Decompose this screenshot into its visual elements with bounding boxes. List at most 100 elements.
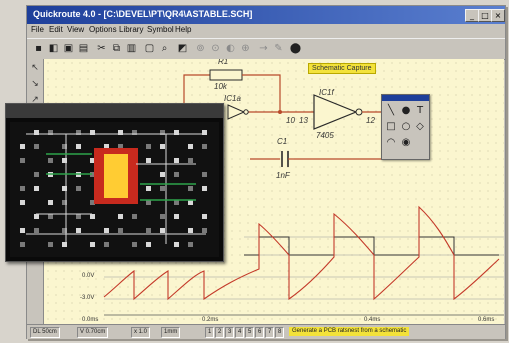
redo-icon[interactable]: ⊚ — [194, 42, 207, 55]
line-tool-icon[interactable]: ╲ — [384, 104, 398, 118]
polygon-tool-icon[interactable]: ◇ — [413, 120, 427, 134]
pcb-pad — [34, 228, 39, 233]
y-label-0: 0.0V — [82, 273, 95, 279]
close-button[interactable]: × — [491, 9, 505, 22]
print-icon[interactable]: ▤ — [77, 42, 90, 55]
label-ic1f-part: 7405 — [316, 131, 334, 140]
page-tab-6[interactable]: 6 — [255, 327, 265, 338]
minimize-button[interactable]: _ — [465, 9, 479, 22]
window-title: Quickroute 4.0 - [C:\DEVEL\PT\QR4\ASTABL… — [33, 9, 253, 19]
label-ic1f: IC1f — [319, 88, 334, 97]
pcb-pad — [104, 242, 109, 247]
pcb-pad — [160, 172, 165, 177]
status-bar: DL 50cm V 0.70cm x 1.0 1mm 1 2 3 4 5 6 7… — [27, 324, 505, 339]
pcb-pad — [188, 158, 193, 163]
status-hint: Generate a PCB ratsnest from a schematic — [289, 327, 410, 336]
pen-icon[interactable]: ✎ — [272, 42, 285, 55]
pcb-pad — [174, 214, 179, 219]
circle-tool-icon[interactable]: ○ — [399, 120, 413, 134]
wire-tool-icon[interactable]: ↘ — [29, 79, 41, 91]
menu-edit[interactable]: Edit — [49, 25, 63, 34]
label-pin10: 10 — [286, 116, 295, 125]
menu-view[interactable]: View — [67, 25, 84, 34]
pcb-pad — [174, 172, 179, 177]
arrow-icon[interactable]: → — [257, 42, 270, 55]
pcb-pad — [20, 186, 25, 191]
page-tab-3[interactable]: 3 — [225, 327, 235, 338]
zoom-icon[interactable]: ▢ — [143, 42, 156, 55]
pcb-pad — [188, 228, 193, 233]
inverter-ic1f — [313, 94, 358, 130]
inverter-ic1a — [227, 104, 246, 120]
select-tool-icon[interactable]: ↖ — [29, 63, 41, 75]
text-tool-icon[interactable]: T — [413, 104, 427, 118]
x-label-1: 0.2ms — [202, 317, 219, 323]
label-c1: C1 — [277, 137, 288, 146]
y-label-1: -3.0V — [80, 295, 95, 301]
pcb-pad — [20, 144, 25, 149]
pcb-pad — [160, 228, 165, 233]
pcb-pad — [188, 200, 193, 205]
help-icon[interactable]: ⬤ — [289, 42, 302, 55]
rect-tool-icon[interactable]: □ — [384, 120, 398, 134]
open-icon[interactable]: ◧ — [47, 42, 60, 55]
page-tab-1[interactable]: 1 — [205, 327, 215, 338]
zoom-window-icon[interactable]: ⌕ — [158, 42, 171, 55]
paste-icon[interactable]: ▥ — [125, 42, 138, 55]
pcb-pad — [76, 214, 81, 219]
symbol-palette[interactable]: ╲ ● T □ ○ ◇ ◠ ◉ — [381, 94, 430, 160]
pcb-pad — [76, 144, 81, 149]
menu-library[interactable]: Library — [119, 25, 143, 34]
pcb-pad — [202, 214, 207, 219]
menu-file[interactable]: File — [31, 25, 44, 34]
menu-options[interactable]: Options — [89, 25, 117, 34]
pcb-pad — [48, 158, 53, 163]
menu-help[interactable]: Help — [175, 25, 191, 34]
pcb-pad — [146, 200, 151, 205]
arc-tool-icon[interactable]: ◠ — [384, 136, 398, 150]
pcb-pad — [202, 144, 207, 149]
menu-symbol[interactable]: Symbol — [147, 25, 174, 34]
menu-bar: File Edit View Options Library Symbol He… — [27, 24, 505, 38]
undo-icon[interactable]: ◩ — [176, 42, 189, 55]
label-ic1a: IC1a — [224, 94, 241, 103]
label-pin12: 12 — [366, 116, 375, 125]
pcb-pad — [160, 214, 165, 219]
snap-icon[interactable]: ⊕ — [239, 42, 252, 55]
grid-icon[interactable]: ⊙ — [209, 42, 222, 55]
fill-tool-icon[interactable]: ◉ — [399, 136, 413, 150]
pcb-pad — [48, 200, 53, 205]
pcb-pad — [146, 242, 151, 247]
page-tab-2[interactable]: 2 — [215, 327, 225, 338]
inverter-ic1f-bubble — [355, 108, 363, 116]
label-pin13: 13 — [299, 116, 308, 125]
page-tab-7[interactable]: 7 — [265, 327, 275, 338]
page-tab-4[interactable]: 4 — [235, 327, 245, 338]
save-icon[interactable]: ▣ — [62, 42, 75, 55]
cut-icon[interactable]: ✂ — [95, 42, 108, 55]
title-bar[interactable]: Quickroute 4.0 - [C:\DEVEL\PT\QR4\ASTABL… — [27, 6, 505, 24]
dot-tool-icon[interactable]: ● — [399, 104, 413, 118]
new-icon[interactable]: ▪ — [32, 42, 45, 55]
symbol-palette-titlebar[interactable] — [382, 95, 429, 101]
status-grid: x 1.0 — [131, 327, 151, 338]
pcb-layout-window[interactable] — [5, 103, 224, 262]
route-icon[interactable]: ◐ — [224, 42, 237, 55]
page-tab-8[interactable]: 8 — [275, 327, 285, 338]
pcb-pad — [160, 186, 165, 191]
label-r1: R1 — [218, 59, 229, 66]
pcb-board — [6, 104, 223, 257]
pcb-pad — [20, 242, 25, 247]
pcb-pad — [34, 172, 39, 177]
pcb-pad — [34, 186, 39, 191]
status-coord-x: DL 50cm — [30, 327, 60, 338]
pcb-pad — [76, 186, 81, 191]
copy-icon[interactable]: ⧉ — [110, 42, 123, 55]
toolbar: ▪ ◧ ▣ ▤ ✂ ⧉ ▥ ▢ ⌕ ◩ ⊚ ⊙ ◐ ⊕ → ✎ ⬤ — [27, 38, 505, 60]
pcb-pad — [76, 228, 81, 233]
pcb-pad — [174, 242, 179, 247]
pcb-pad — [174, 200, 179, 205]
wire-r1-right — [242, 74, 281, 111]
page-tab-5[interactable]: 5 — [245, 327, 255, 338]
maximize-button[interactable]: □ — [478, 9, 492, 22]
